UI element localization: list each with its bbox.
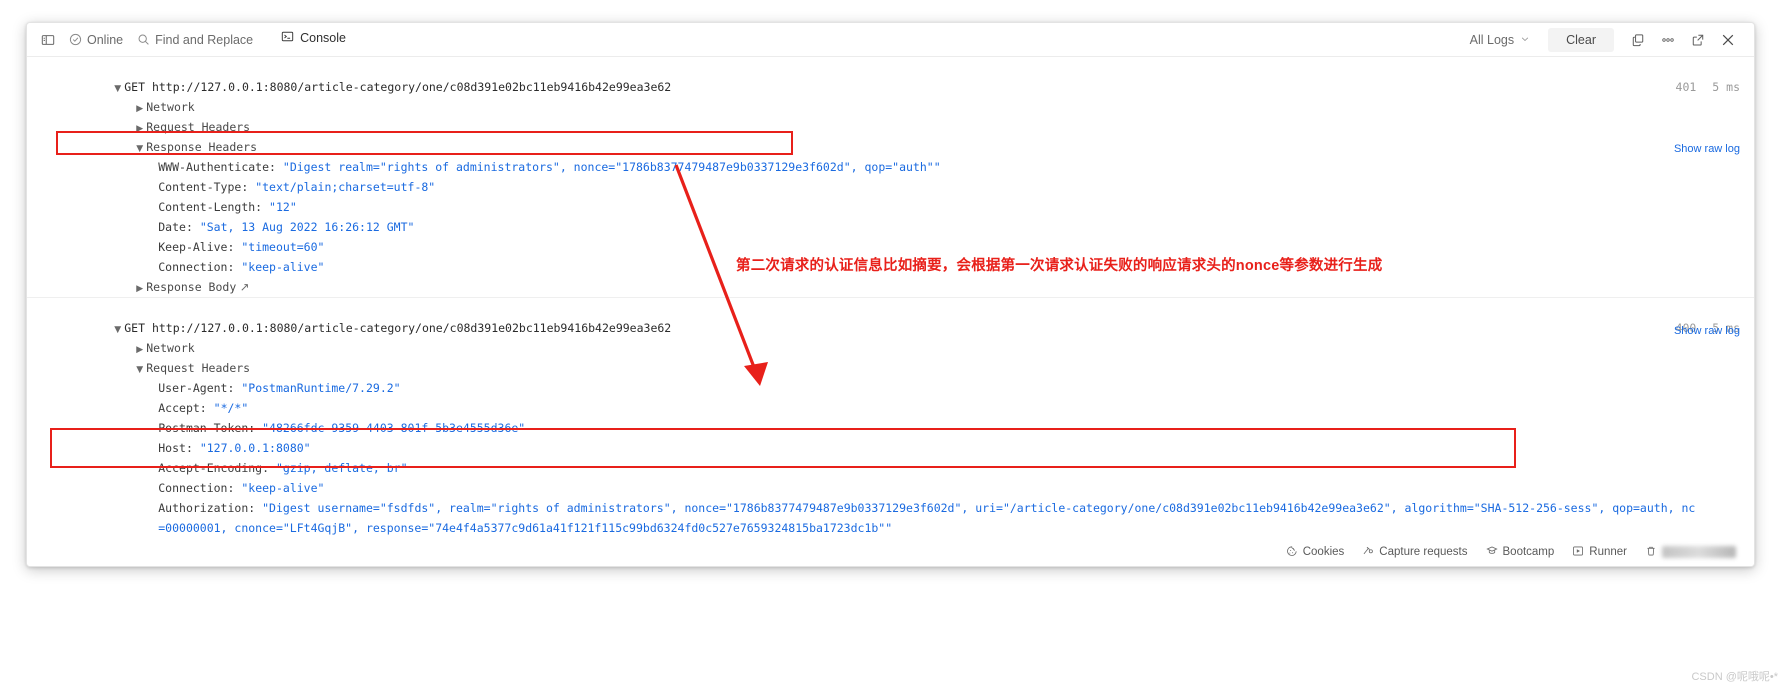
header-row: User-Agent: "PostmanRuntime/7.29.2" [27, 358, 1754, 395]
find-and-replace-button[interactable]: Find and Replace [133, 30, 263, 50]
bootcamp-label: Bootcamp [1502, 546, 1555, 558]
screenshot-root: Online Find and Replace Console All Logs… [0, 0, 1792, 690]
header-row: WWW-Authenticate: "Digest realm="rights … [27, 137, 1754, 174]
header-row: Accept: "*/*" [27, 378, 1754, 415]
group-response-headers[interactable]: ▼Response Headers [27, 117, 1754, 154]
header-row: Connection: "keep-alive" [27, 458, 1754, 495]
capture-icon [1362, 545, 1374, 560]
header-row-authorization: Authorization: "Digest username="fsdfds"… [27, 478, 1754, 515]
tab-console-label: Console [300, 31, 346, 45]
request-line-row[interactable]: ▼ GET http://127.0.0.1:8080/article-categ… [27, 298, 1754, 335]
watermark: CSDN @呢哦呢•* [1691, 671, 1778, 683]
annotation-text: 第二次请求的认证信息比如摘要，会根据第一次请求认证失败的响应请求头的nonce等… [736, 258, 1383, 274]
entry-spacer [27, 277, 1754, 297]
console-toolbar: Online Find and Replace Console All Logs… [27, 23, 1754, 60]
online-status-label: Online [87, 32, 124, 47]
log-entry: ▼ GET http://127.0.0.1:8080/article-categ… [27, 297, 1754, 566]
request-line-row[interactable]: ▼ GET http://127.0.0.1:8080/article-categ… [27, 57, 1754, 94]
logs-filter-dropdown[interactable]: All Logs [1462, 29, 1538, 51]
group-request-headers[interactable]: ▶ Request Headers [27, 97, 1754, 134]
console-footer: Cookies Capture requests Bootcamp Runner [27, 538, 1754, 566]
header-row: Content-Type: "text/plain;charset=utf-8" [27, 157, 1754, 194]
postman-console-window: Online Find and Replace Console All Logs… [26, 22, 1755, 567]
toolbar-right-group: All Logs Clear [1462, 27, 1742, 53]
runner-button[interactable]: Runner [1572, 545, 1627, 560]
capture-requests-label: Capture requests [1379, 546, 1468, 558]
obscured-label [1662, 546, 1736, 558]
logs-filter-label: All Logs [1469, 32, 1515, 47]
clear-button[interactable]: Clear [1548, 27, 1614, 52]
toolbar-left-group: Online Find and Replace Console [41, 27, 352, 60]
cookies-label: Cookies [1302, 546, 1345, 558]
group-request-headers[interactable]: ▼ Request Headers [27, 338, 1754, 375]
bootcamp-icon [1485, 545, 1498, 560]
header-row: Keep-Alive: "timeout=60" [27, 217, 1754, 254]
online-status-icon [69, 33, 82, 46]
close-icon[interactable] [1714, 27, 1742, 53]
more-options-icon[interactable] [1654, 27, 1682, 53]
cookies-icon [1286, 545, 1298, 560]
entry-status: 400 5 ms [1592, 298, 1740, 335]
group-response-headers[interactable]: ▼Response Headers [27, 518, 1754, 555]
sidebar-toggle-icon [41, 33, 55, 47]
entry-status: 401 5 ms [1592, 57, 1740, 94]
header-row: Host: "127.0.0.1:8080" [27, 418, 1754, 455]
capture-requests-button[interactable]: Capture requests [1362, 545, 1468, 560]
cookies-button[interactable]: Cookies [1286, 545, 1345, 560]
copy-icon[interactable] [1624, 27, 1652, 53]
runner-icon [1572, 545, 1584, 560]
find-and-replace-label: Find and Replace [155, 32, 254, 47]
header-row: Content-Length: "12" [27, 177, 1754, 214]
sidebar-toggle-button[interactable] [41, 30, 65, 50]
group-network[interactable]: ▶ Network [27, 77, 1754, 114]
trash-button[interactable] [1645, 545, 1736, 560]
header-row: Accept-Encoding: "gzip, deflate, br" [27, 438, 1754, 475]
online-status-button[interactable]: Online [65, 30, 133, 50]
console-icon [281, 30, 294, 46]
console-log-list[interactable]: ▼ GET http://127.0.0.1:8080/article-categ… [27, 57, 1754, 566]
tab-console[interactable]: Console [275, 27, 352, 60]
chevron-down-icon [1520, 33, 1530, 47]
group-network[interactable]: ▶ Network [27, 318, 1754, 355]
header-row: Date: "Sat, 13 Aug 2022 16:26:12 GMT" [27, 197, 1754, 234]
open-external-icon[interactable] [1684, 27, 1712, 53]
header-row-authorization-cont: =00000001, cnonce="LFt4GqjB", response="… [27, 498, 1754, 535]
bootcamp-button[interactable]: Bootcamp [1485, 545, 1555, 560]
trash-icon [1645, 545, 1657, 560]
header-row: Postman-Token: "48266fdc-9359-4403-801f-… [27, 398, 1754, 435]
search-icon [137, 33, 150, 46]
runner-label: Runner [1589, 546, 1627, 558]
